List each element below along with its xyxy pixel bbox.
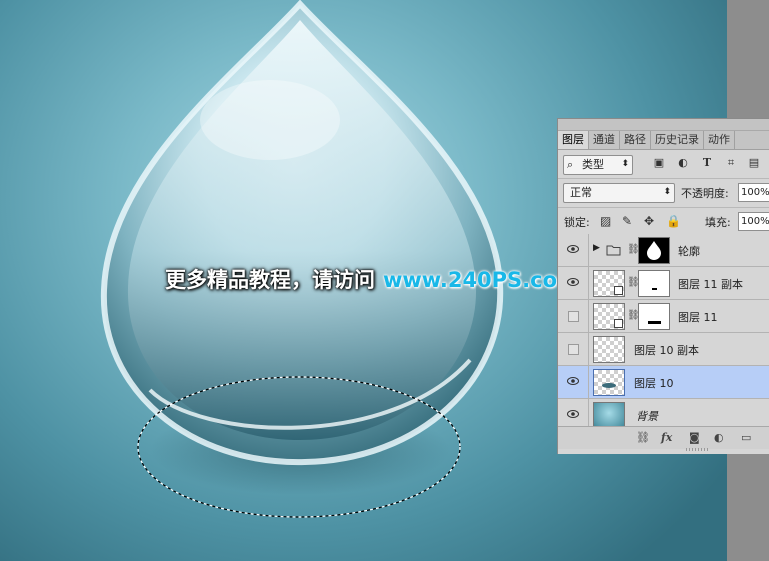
layer-row-selected[interactable]: 图层 10 (558, 366, 769, 399)
smart-object-filter-icon[interactable]: ▤ (747, 156, 761, 170)
eye-icon (567, 278, 579, 286)
visibility-toggle[interactable] (558, 300, 589, 332)
opacity-input[interactable]: 100% (738, 183, 769, 202)
layer-thumbnail[interactable] (593, 336, 625, 363)
eye-icon (567, 410, 579, 418)
expand-arrow-icon[interactable]: ▶ (593, 243, 600, 253)
panel-bottom-toolbar: ⛓ fx ◙ ◐ ▭ (558, 426, 769, 449)
link-layers-icon[interactable]: ⛓ (636, 431, 650, 445)
lock-label: 锁定: (564, 216, 590, 229)
layer-thumbnail[interactable] (593, 270, 625, 297)
watermark-text: 更多精品教程，请访问 (165, 268, 375, 292)
layer-row[interactable]: ⛓ 图层 11 副本 (558, 267, 769, 300)
watermark-site: www.240PS.com (383, 268, 579, 292)
layer-name: 图层 10 (634, 377, 674, 390)
layer-name: 图层 10 副本 (634, 344, 699, 357)
layer-mask-thumbnail[interactable] (638, 303, 670, 330)
lock-row: 锁定: ▨ ✎ ✥ 🔒 填充: 100% (558, 208, 769, 237)
search-icon: ⌕ (567, 158, 574, 171)
layer-thumbnail[interactable] (593, 303, 625, 330)
layer-row[interactable]: ▶ ⛓ 轮廓 (558, 234, 769, 267)
visibility-toggle[interactable] (558, 267, 589, 299)
eye-icon (567, 377, 579, 385)
layer-thumbnail[interactable] (593, 402, 625, 429)
filter-row: ⌕ 类型 ⬍ ▣ ◐ T ⌗ ▤ (558, 150, 769, 179)
drop-gloss (200, 80, 340, 160)
fill-label: 填充: (705, 216, 731, 229)
lock-all-icon[interactable]: 🔒 (666, 214, 681, 228)
hidden-visibility-box (568, 344, 579, 355)
panel-tabs: 图层 通道 路径 历史记录 动作 (558, 131, 769, 150)
fx-icon[interactable]: fx (661, 431, 672, 445)
tab-layers[interactable]: 图层 (558, 131, 589, 149)
smart-object-icon (614, 286, 623, 295)
layer-name: 背景 (636, 410, 658, 423)
smart-object-icon (614, 319, 623, 328)
opacity-label: 不透明度: (681, 187, 729, 200)
layer-mask-thumbnail[interactable] (638, 270, 670, 297)
layer-name: 图层 11 副本 (678, 278, 743, 291)
layer-name: 轮廓 (678, 245, 700, 258)
layer-filter-select[interactable]: ⌕ 类型 ⬍ (563, 155, 633, 175)
layers-panel: 图层 通道 路径 历史记录 动作 ⌕ 类型 ⬍ ▣ ◐ T ⌗ ▤ 正常 ⬍ 不… (557, 118, 769, 454)
tab-paths[interactable]: 路径 (620, 131, 651, 149)
blend-mode-select[interactable]: 正常 ⬍ (563, 183, 675, 203)
layer-mask-thumbnail[interactable] (638, 237, 670, 264)
visibility-toggle[interactable] (558, 366, 589, 398)
adjustment-filter-icon[interactable]: ◐ (676, 156, 690, 170)
layers-list: ▶ ⛓ 轮廓 ⛓ 图层 11 副本 ⛓ 图层 11 图层 10 副本 图层 10… (558, 234, 769, 432)
new-group-icon[interactable]: ▭ (741, 431, 751, 445)
panel-resize-grip[interactable] (686, 448, 708, 451)
add-mask-icon[interactable]: ◙ (689, 431, 700, 445)
layer-name: 图层 11 (678, 311, 718, 324)
eye-icon (567, 245, 579, 253)
visibility-toggle[interactable] (558, 333, 589, 365)
lock-transparent-icon[interactable]: ▨ (600, 214, 611, 228)
tab-actions[interactable]: 动作 (704, 131, 735, 149)
layer-row[interactable]: 图层 10 副本 (558, 333, 769, 366)
updown-arrow-icon: ⬍ (621, 159, 629, 169)
hidden-visibility-box (568, 311, 579, 322)
lock-move-icon[interactable]: ✥ (644, 214, 654, 228)
folder-icon (606, 245, 621, 256)
layer-thumbnail[interactable] (593, 369, 625, 396)
watermark: 更多精品教程，请访问 www.240PS.com (165, 264, 579, 294)
visibility-toggle[interactable] (558, 234, 589, 266)
panel-title-bar[interactable] (558, 119, 769, 131)
image-filter-icon[interactable]: ▣ (652, 156, 666, 170)
tab-history[interactable]: 历史记录 (651, 131, 704, 149)
blend-mode-value: 正常 (570, 186, 592, 199)
shape-filter-icon[interactable]: ⌗ (724, 156, 738, 170)
tab-channels[interactable]: 通道 (589, 131, 620, 149)
layer-filter-label: 类型 (582, 158, 604, 171)
layer-row[interactable]: ⛓ 图层 11 (558, 300, 769, 333)
adjustment-layer-icon[interactable]: ◐ (714, 431, 724, 445)
fill-input[interactable]: 100% (738, 212, 769, 231)
lock-brush-icon[interactable]: ✎ (622, 214, 632, 228)
blend-row: 正常 ⬍ 不透明度: 100% (558, 179, 769, 208)
updown-arrow-icon: ⬍ (663, 187, 671, 197)
text-filter-icon[interactable]: T (700, 156, 714, 170)
